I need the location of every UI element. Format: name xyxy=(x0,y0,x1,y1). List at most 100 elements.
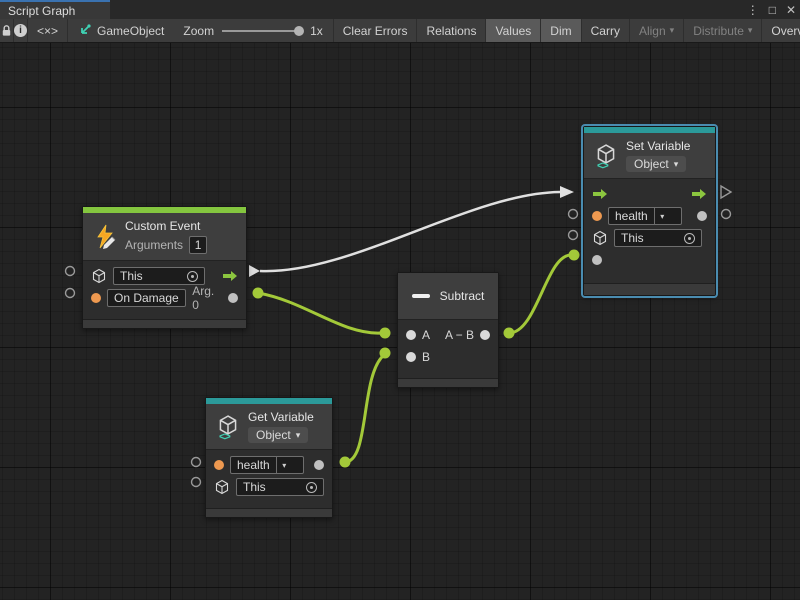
value-input-port[interactable] xyxy=(592,255,602,265)
variable-icon: <> xyxy=(216,414,240,440)
variable-kind-dropdown[interactable]: Object ▾ xyxy=(248,427,308,443)
node-footer xyxy=(83,319,246,328)
target-value: This xyxy=(243,480,300,494)
input-port-b[interactable] xyxy=(406,352,416,362)
maximize-icon[interactable]: □ xyxy=(769,3,776,17)
custom-event-icon xyxy=(93,224,117,250)
carry-button[interactable]: Carry xyxy=(582,19,630,42)
node-header: Custom Event Arguments 1 xyxy=(83,213,246,260)
node-title: Set Variable xyxy=(626,139,690,153)
zoom-value: 1x xyxy=(310,24,323,38)
value-port-orange[interactable] xyxy=(214,460,224,470)
info-icon: i xyxy=(14,24,27,37)
values-toggle[interactable]: Values xyxy=(486,19,541,42)
input-a-label: A xyxy=(422,328,430,342)
object-picker-icon[interactable] xyxy=(684,233,695,244)
variable-name-dropdown[interactable]: health ▾ xyxy=(608,207,682,225)
value-output-port[interactable] xyxy=(314,460,324,470)
target-value: This xyxy=(120,269,181,283)
gameobject-selector[interactable]: GameObject xyxy=(68,19,173,42)
tab-label: Script Graph xyxy=(8,4,75,18)
node-header: <> Get Variable Object ▾ xyxy=(206,404,332,449)
zoom-slider-handle[interactable] xyxy=(294,26,304,36)
port-row-name: health ▾ xyxy=(206,454,332,476)
port-row-a: A A − B xyxy=(398,324,498,346)
button-label: Distribute xyxy=(693,24,744,38)
wire-arrowhead xyxy=(560,186,574,198)
port-row-target: This xyxy=(584,227,715,249)
object-picker-icon[interactable] xyxy=(306,482,317,493)
flow-input-arrow-icon[interactable] xyxy=(592,188,608,200)
node-subtract[interactable]: Subtract A A − B B xyxy=(397,272,499,388)
outer-port-triangle[interactable] xyxy=(721,186,731,198)
outer-port-circle[interactable] xyxy=(722,210,731,219)
variable-name-dropdown[interactable]: health ▾ xyxy=(230,456,304,474)
flow-output-arrow-icon[interactable] xyxy=(691,188,707,200)
close-icon[interactable]: ✕ xyxy=(786,3,796,17)
arg0-output-port[interactable] xyxy=(228,293,238,303)
overview-button[interactable]: Overv xyxy=(762,19,800,42)
variable-icon: <> xyxy=(594,143,618,169)
window-controls: ⋮ □ ✕ xyxy=(747,0,796,19)
flow-output-arrow-icon[interactable] xyxy=(222,270,238,282)
wire-subtract-to-setvar[interactable] xyxy=(509,255,571,333)
node-footer xyxy=(584,283,715,295)
zoom-slider[interactable] xyxy=(222,30,302,32)
wire-control-flow[interactable] xyxy=(260,192,560,271)
node-set-variable[interactable]: <> Set Variable Object ▾ xyxy=(583,126,716,296)
outer-port-circle[interactable] xyxy=(192,478,201,487)
output-port[interactable] xyxy=(480,330,490,340)
gameobject-label: GameObject xyxy=(97,24,164,38)
chevron-down-icon: ▾ xyxy=(654,208,670,224)
target-field[interactable]: This xyxy=(113,267,205,285)
output-label: A − B xyxy=(445,328,474,342)
chevron-down-icon: ▾ xyxy=(296,430,301,441)
wire-arg0-to-subtract-a[interactable] xyxy=(258,293,381,333)
lock-button[interactable] xyxy=(0,19,14,42)
button-label: Align xyxy=(639,24,666,38)
value-port-orange[interactable] xyxy=(592,211,602,221)
wire-endpoint-dot[interactable] xyxy=(380,348,391,359)
chevron-down-icon: ▾ xyxy=(674,159,679,170)
wire-endpoint-dot[interactable] xyxy=(569,250,580,261)
node-get-variable[interactable]: <> Get Variable Object ▾ health ▾ xyxy=(205,397,333,518)
wire-endpoint-dot[interactable] xyxy=(253,288,264,299)
node-custom-event[interactable]: Custom Event Arguments 1 This xyxy=(82,206,247,329)
custom-event-flow-out-connector[interactable] xyxy=(249,265,260,277)
target-field[interactable]: This xyxy=(236,478,324,496)
clear-errors-button[interactable]: Clear Errors xyxy=(334,19,418,42)
node-title: Get Variable xyxy=(248,410,314,424)
target-field[interactable]: This xyxy=(614,229,702,247)
node-header: <> Set Variable Object ▾ xyxy=(584,133,715,178)
dim-toggle[interactable]: Dim xyxy=(541,19,581,42)
object-picker-icon[interactable] xyxy=(187,271,198,282)
button-label: Relations xyxy=(426,24,476,38)
outer-port-circle[interactable] xyxy=(569,210,578,219)
wire-endpoint-dot[interactable] xyxy=(340,457,351,468)
event-name-field[interactable]: On Damage xyxy=(107,289,186,307)
outer-port-circle[interactable] xyxy=(66,267,75,276)
wire-endpoint-dot[interactable] xyxy=(380,328,391,339)
align-dropdown[interactable]: Align ▾ xyxy=(630,19,684,42)
distribute-dropdown[interactable]: Distribute ▾ xyxy=(684,19,762,42)
kind-value: Object xyxy=(256,428,291,442)
value-output-port[interactable] xyxy=(697,211,707,221)
graph-canvas[interactable]: Custom Event Arguments 1 This xyxy=(0,43,800,600)
zoom-control: Zoom 1x xyxy=(173,19,333,42)
code-view-button[interactable]: <×> xyxy=(28,19,68,42)
wire-getvar-to-subtract-b[interactable] xyxy=(345,355,384,462)
outer-port-circle[interactable] xyxy=(569,231,578,240)
wire-endpoint-dot[interactable] xyxy=(504,328,515,339)
tab-bar: Script Graph ⋮ □ ✕ xyxy=(0,0,800,19)
variable-kind-dropdown[interactable]: Object ▾ xyxy=(626,156,686,172)
outer-port-circle[interactable] xyxy=(66,289,75,298)
arguments-count-field[interactable]: 1 xyxy=(189,236,207,254)
info-button[interactable]: i xyxy=(14,19,28,42)
window-menu-icon[interactable]: ⋮ xyxy=(747,3,759,17)
kind-value: Object xyxy=(634,157,669,171)
value-port-orange[interactable] xyxy=(91,293,101,303)
input-port-a[interactable] xyxy=(406,330,416,340)
outer-port-circle[interactable] xyxy=(192,458,201,467)
tab-script-graph[interactable]: Script Graph xyxy=(0,0,110,19)
relations-button[interactable]: Relations xyxy=(417,19,486,42)
